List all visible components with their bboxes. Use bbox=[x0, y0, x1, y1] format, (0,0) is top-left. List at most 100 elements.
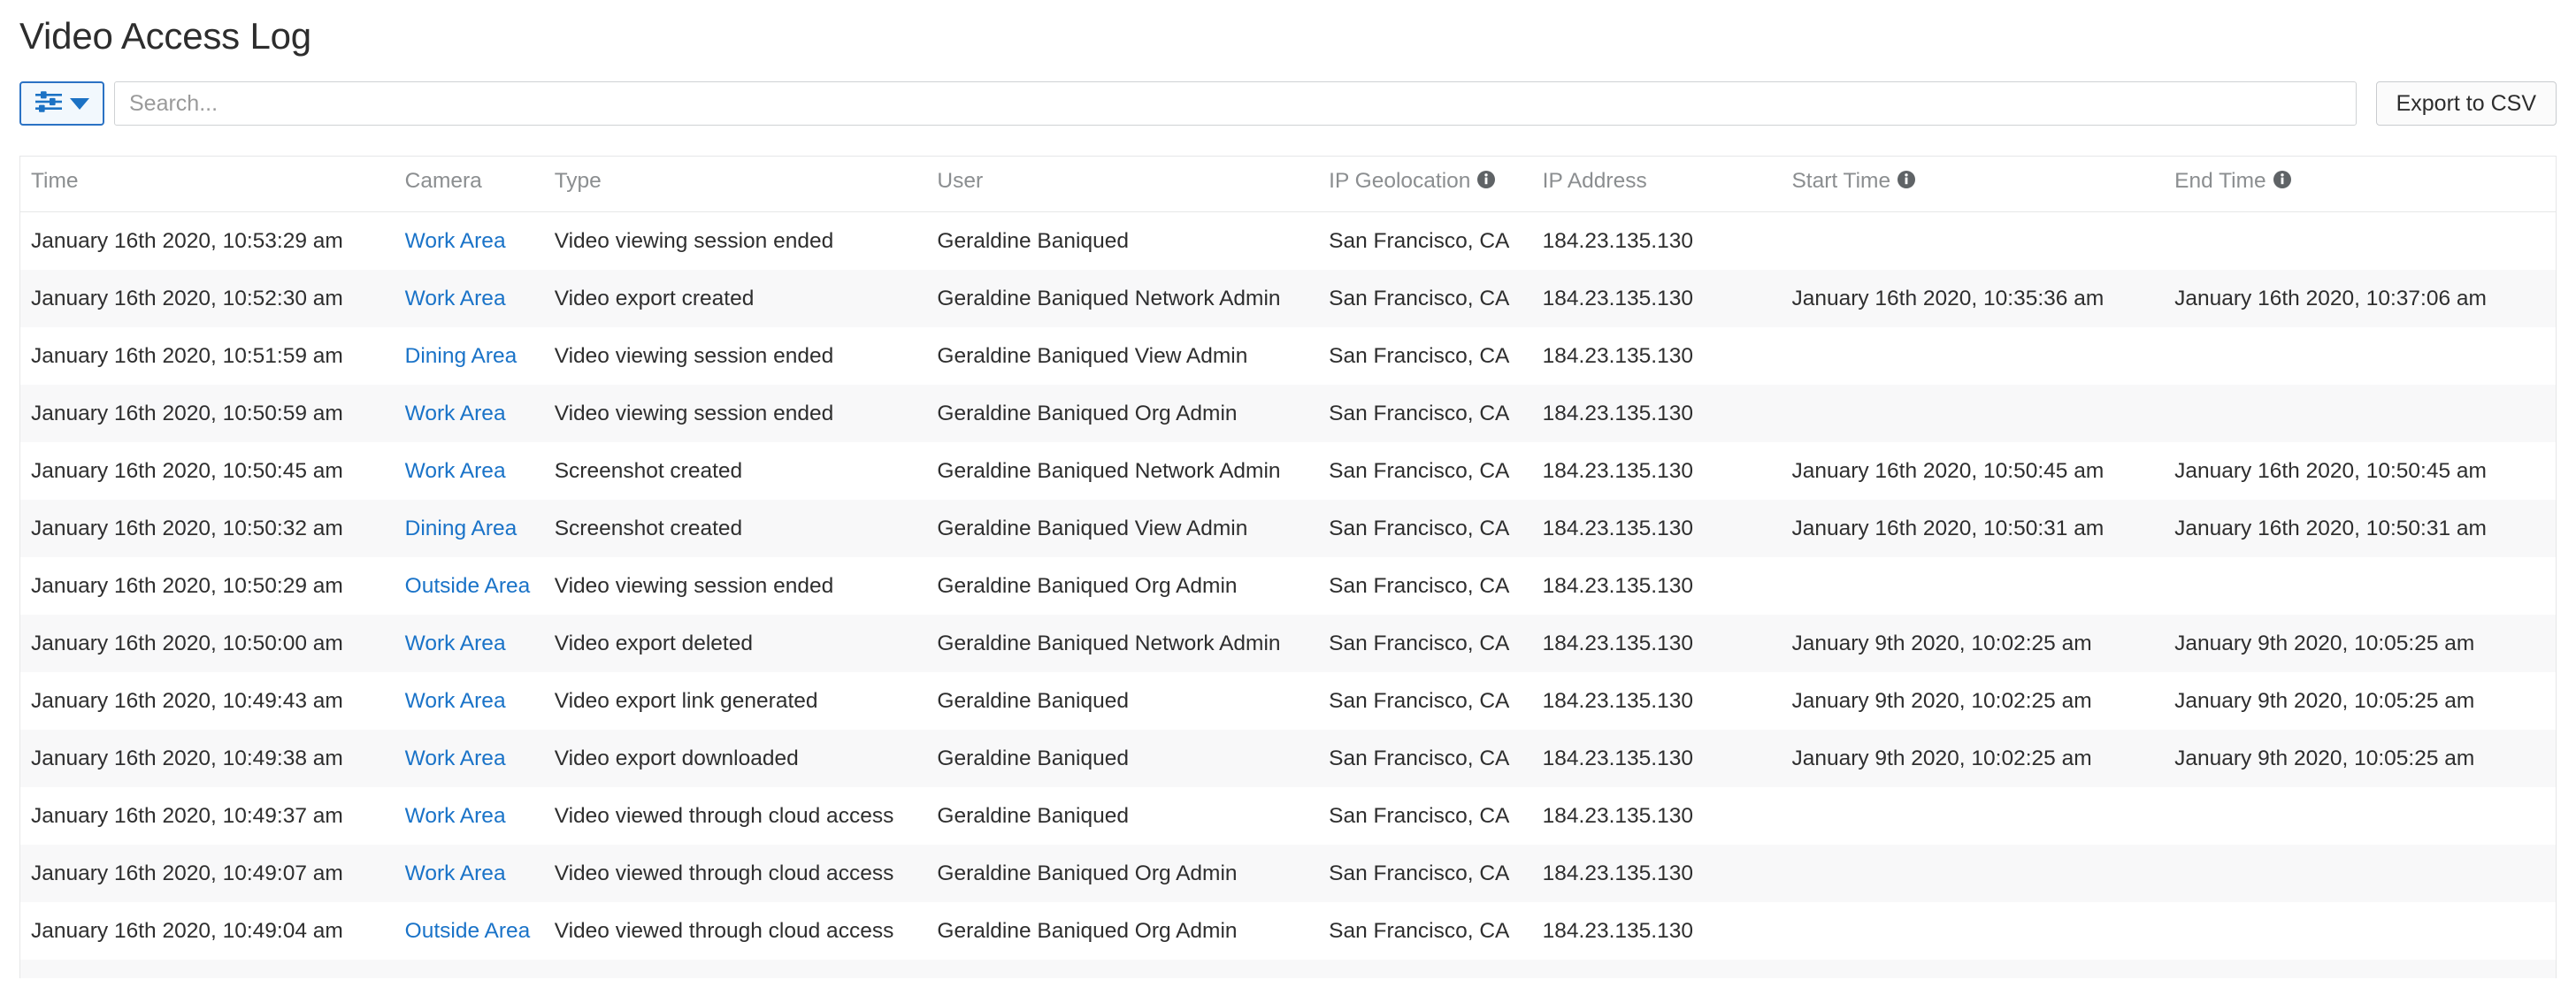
cell-ip: 184.23.135.130 bbox=[1542, 803, 1693, 828]
cell-type: Video export link generated bbox=[554, 688, 818, 713]
cell-time: January 16th 2020, 10:50:45 am bbox=[31, 458, 343, 483]
info-icon[interactable] bbox=[1897, 170, 1916, 195]
table-row[interactable]: January 16th 2020, 10:50:29 am Outside Ar… bbox=[20, 557, 2556, 616]
cell-camera[interactable]: Dining Area bbox=[395, 500, 544, 557]
table-body: January 16th 2020, 10:53:29 am Work Area V… bbox=[20, 211, 2556, 979]
table-row[interactable]: January 16th 2020, 10:50:00 am Work Area V… bbox=[20, 615, 2556, 673]
column-header-ip[interactable]: IP Address bbox=[1531, 157, 1782, 213]
cell-camera[interactable]: Work Area bbox=[395, 845, 544, 902]
cell-camera[interactable]: Work Area bbox=[395, 672, 544, 730]
cell-camera[interactable]: Outside Area bbox=[395, 902, 544, 960]
cell-camera[interactable]: Dining Area bbox=[395, 327, 544, 385]
cell-user: Geraldine Baniqued bbox=[937, 228, 1129, 253]
cell-end bbox=[2164, 212, 2556, 271]
camera-link[interactable]: Work Area bbox=[405, 402, 506, 425]
column-header-user[interactable]: User bbox=[926, 157, 1319, 213]
cell-user: Geraldine Baniqued bbox=[937, 803, 1129, 828]
camera-link[interactable]: Work Area bbox=[405, 689, 506, 713]
cell-type: Video viewing session ended bbox=[554, 573, 834, 598]
filter-button[interactable] bbox=[19, 81, 104, 126]
column-header-geo[interactable]: IP Geolocation bbox=[1318, 157, 1532, 213]
table-row[interactable]: January 16th 2020, 10:52:30 am Work Area V… bbox=[20, 270, 2556, 328]
info-icon[interactable] bbox=[1476, 170, 1496, 195]
cell-camera[interactable]: Work Area bbox=[395, 787, 544, 845]
cell-end: January 9th 2020, 10:05:25 am bbox=[2174, 746, 2475, 770]
column-header-time[interactable]: Time bbox=[20, 157, 395, 213]
cell-user: Geraldine Baniqued View Admin bbox=[937, 516, 1248, 540]
table-row[interactable]: January 16th 2020, 10:48:38 am Work Area V… bbox=[20, 960, 2556, 979]
camera-link[interactable]: Work Area bbox=[405, 804, 506, 828]
video-access-log-table: Time Camera Type User IP Geolocation IP Addre… bbox=[20, 157, 2556, 979]
camera-link[interactable]: Work Area bbox=[405, 632, 506, 655]
cell-geo: San Francisco, CA bbox=[1329, 228, 1510, 253]
table-header-row: Time Camera Type User IP Geolocation IP Addre… bbox=[20, 157, 2556, 213]
cell-start: January 16th 2020, 10:35:36 am bbox=[1791, 286, 2104, 310]
camera-link[interactable]: Work Area bbox=[405, 861, 506, 885]
camera-link[interactable]: Work Area bbox=[405, 229, 506, 253]
table-row[interactable]: January 16th 2020, 10:49:07 am Work Area V… bbox=[20, 845, 2556, 903]
table-row[interactable]: January 16th 2020, 10:53:29 am Work Area V… bbox=[20, 211, 2556, 271]
cell-geo: San Francisco, CA bbox=[1329, 516, 1510, 540]
chevron-down-icon bbox=[69, 97, 89, 110]
camera-link[interactable]: Dining Area bbox=[405, 517, 518, 540]
camera-link[interactable]: Outside Area bbox=[405, 919, 531, 943]
cell-ip: 184.23.135.130 bbox=[1542, 458, 1693, 483]
cell-type: Video viewing session ended bbox=[554, 343, 834, 368]
info-icon[interactable] bbox=[2273, 170, 2292, 195]
cell-start: January 9th 2020, 10:02:25 am bbox=[1791, 688, 2092, 713]
cell-geo: San Francisco, CA bbox=[1329, 631, 1510, 655]
cell-start: January 9th 2020, 10:02:25 am bbox=[1791, 746, 2092, 770]
table-row[interactable]: January 16th 2020, 10:50:45 am Work Area S… bbox=[20, 442, 2556, 501]
table-row[interactable]: January 16th 2020, 10:49:37 am Work Area V… bbox=[20, 787, 2556, 846]
cell-camera[interactable]: Work Area bbox=[395, 385, 544, 442]
camera-link[interactable]: Work Area bbox=[405, 287, 506, 310]
cell-start bbox=[1781, 557, 2164, 615]
cell-type: Video viewed through cloud access bbox=[554, 918, 894, 943]
cell-camera[interactable]: Work Area bbox=[395, 270, 544, 327]
cell-type: Video viewing session ended bbox=[554, 228, 834, 253]
camera-link[interactable]: Outside Area bbox=[405, 574, 531, 598]
camera-link[interactable]: Work Area bbox=[405, 459, 506, 483]
sliders-icon bbox=[34, 90, 62, 118]
table-row[interactable]: January 16th 2020, 10:49:04 am Outside Ar… bbox=[20, 902, 2556, 961]
table-row[interactable]: January 16th 2020, 10:49:43 am Work Area V… bbox=[20, 672, 2556, 731]
column-header-type[interactable]: Type bbox=[543, 157, 927, 213]
cell-geo: San Francisco, CA bbox=[1329, 573, 1510, 598]
cell-type: Video export created bbox=[554, 286, 755, 310]
cell-time: January 16th 2020, 10:48:38 am bbox=[20, 960, 395, 979]
table-row[interactable]: January 16th 2020, 10:50:59 am Work Area V… bbox=[20, 385, 2556, 443]
cell-camera[interactable]: Work Area bbox=[395, 442, 544, 500]
video-access-log-page: Video Access Log Export to CSV bbox=[0, 0, 2576, 1003]
search-input[interactable] bbox=[114, 81, 2357, 126]
camera-link[interactable]: Work Area bbox=[405, 747, 506, 770]
camera-link[interactable]: Dining Area bbox=[405, 344, 518, 368]
table-row[interactable]: January 16th 2020, 10:50:32 am Dining Are… bbox=[20, 500, 2556, 558]
cell-user: Geraldine Baniqued Network Admin bbox=[937, 631, 1281, 655]
cell-end: January 16th 2020, 10:50:45 am bbox=[2174, 458, 2487, 483]
cell-time: January 16th 2020, 10:51:59 am bbox=[31, 343, 343, 368]
column-header-end[interactable]: End Time bbox=[2164, 157, 2556, 213]
cell-camera[interactable]: Work Area bbox=[395, 615, 544, 672]
column-header-label: Start Time bbox=[1791, 169, 1891, 194]
cell-type: Screenshot created bbox=[554, 458, 743, 483]
cell-camera[interactable]: Outside Area bbox=[395, 557, 544, 615]
cell-camera[interactable]: Work Area bbox=[395, 730, 544, 787]
cell-time: January 16th 2020, 10:50:29 am bbox=[31, 573, 343, 598]
cell-camera[interactable]: Work Area bbox=[395, 960, 544, 979]
column-header-label: Time bbox=[31, 169, 79, 194]
column-header-camera[interactable]: Camera bbox=[394, 157, 544, 213]
cell-user: Geraldine Baniqued Org Admin bbox=[937, 918, 1238, 943]
cell-camera[interactable]: Work Area bbox=[395, 212, 544, 271]
cell-start bbox=[1781, 845, 2164, 902]
cell-time: January 16th 2020, 10:50:32 am bbox=[31, 516, 343, 540]
camera-link[interactable]: Work Area bbox=[405, 976, 506, 979]
export-to-csv-button[interactable]: Export to CSV bbox=[2375, 81, 2557, 126]
column-header-label: Type bbox=[554, 169, 602, 194]
column-header-start[interactable]: Start Time bbox=[1781, 157, 2165, 213]
cell-time: January 16th 2020, 10:53:29 am bbox=[31, 228, 343, 253]
table-row[interactable]: January 16th 2020, 10:49:38 am Work Area V… bbox=[20, 730, 2556, 788]
cell-start bbox=[1781, 960, 2164, 978]
page-title: Video Access Log bbox=[19, 15, 311, 57]
table-row[interactable]: January 16th 2020, 10:51:59 am Dining Are… bbox=[20, 327, 2556, 386]
cell-end bbox=[2164, 557, 2556, 615]
